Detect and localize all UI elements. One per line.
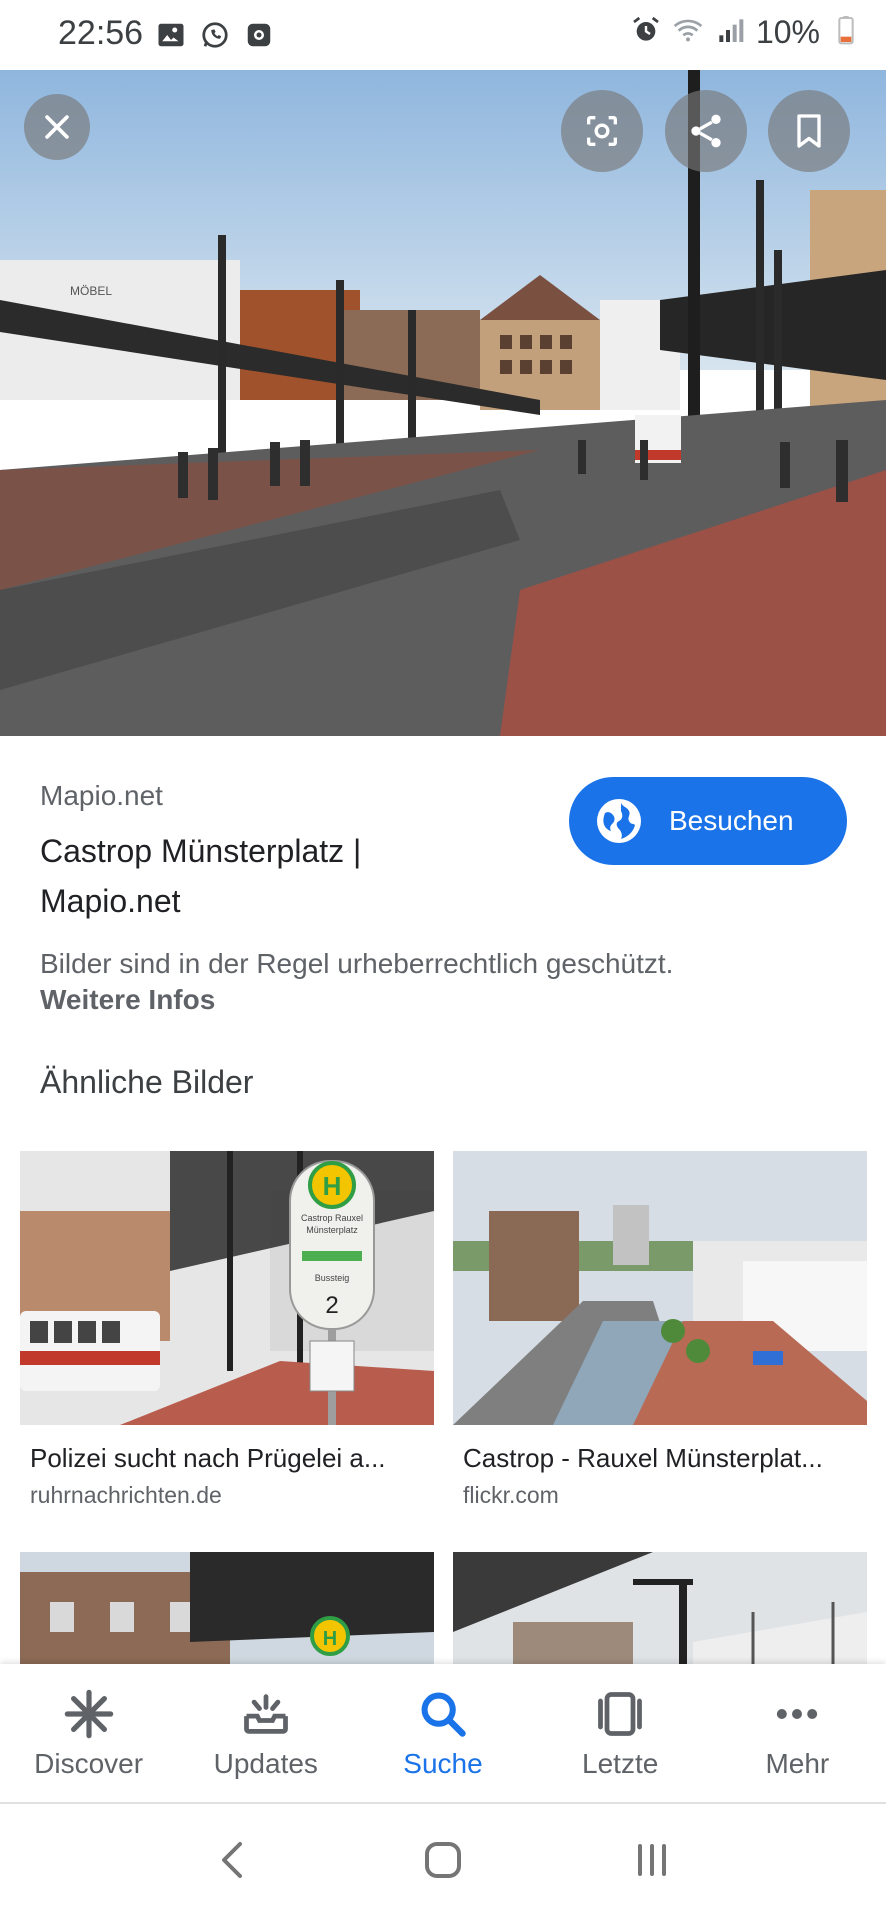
share-icon <box>691 114 721 148</box>
updates-icon <box>243 1694 288 1734</box>
discover-icon <box>64 1689 113 1739</box>
similar-image-caption[interactable]: Castrop - Rauxel Münsterplat... <box>463 1443 863 1474</box>
visit-button-label: Besuchen <box>669 805 794 836</box>
close-button[interactable] <box>24 94 90 160</box>
more-info-link[interactable]: Weitere Infos <box>40 984 215 1016</box>
bottom-navigation: Discover Updates Suche Letzte Mehr <box>0 1664 886 1802</box>
svg-text:Bussteig: Bussteig <box>315 1273 350 1283</box>
status-system-icons: 10% <box>630 14 862 51</box>
share-button[interactable] <box>665 90 747 172</box>
status-notification-icons <box>156 20 274 55</box>
copyright-notice: Bilder sind in der Regel urheberrechtlic… <box>40 948 674 979</box>
gallery-icon <box>156 20 186 55</box>
recent-tabs-icon <box>598 1692 643 1736</box>
status-bar: 22:56 10% <box>0 0 886 70</box>
wifi-icon <box>672 14 704 51</box>
svg-text:Castrop Rauxel: Castrop Rauxel <box>301 1213 363 1223</box>
more-icon <box>777 1709 818 1719</box>
svg-text:Münsterplatz: Münsterplatz <box>306 1225 358 1235</box>
nav-label: Updates <box>213 1748 318 1779</box>
bus-station-photo: MÖBEL <box>0 70 886 736</box>
battery-icon <box>830 14 862 51</box>
alarm-icon <box>630 14 662 51</box>
nav-label: Mehr <box>765 1748 830 1779</box>
svg-text:MÖBEL: MÖBEL <box>70 284 112 298</box>
svg-text:H: H <box>323 1171 342 1201</box>
similar-image-domain: ruhrnachrichten.de <box>30 1482 222 1508</box>
back-icon <box>222 1841 243 1878</box>
recents-icon <box>637 1843 666 1876</box>
nav-recent[interactable]: Letzte <box>538 1664 703 1802</box>
similar-image-thumbnail[interactable] <box>453 1552 867 1664</box>
result-source[interactable]: Mapio.net <box>40 780 163 812</box>
similar-image-thumbnail[interactable]: H Castrop Rauxel Münsterplatz Bussteig 2 <box>20 1151 434 1425</box>
svg-text:2: 2 <box>325 1292 338 1319</box>
nav-label: Letzte <box>582 1748 659 1779</box>
bookmark-button[interactable] <box>768 90 850 172</box>
nav-discover[interactable]: Discover <box>6 1664 171 1802</box>
home-icon <box>424 1841 461 1878</box>
bookmark-icon <box>797 114 821 148</box>
similar-image-card[interactable]: H Castrop Rauxel Münsterplatz Bussteig 2… <box>20 1151 434 1509</box>
result-title[interactable]: Castrop Münsterplatz | Mapio.net <box>40 826 480 926</box>
lens-button[interactable] <box>561 90 643 172</box>
search-icon <box>421 1692 466 1737</box>
nav-label: Discover <box>34 1748 144 1779</box>
hero-image[interactable]: MÖBEL <box>0 70 886 736</box>
home-button[interactable] <box>419 1836 467 1889</box>
similar-image-thumbnail[interactable] <box>453 1151 867 1425</box>
battery-percent: 10% <box>755 14 820 50</box>
status-time: 22:56 <box>58 14 144 52</box>
recents-button[interactable] <box>628 1836 676 1889</box>
system-navigation-bar <box>0 1804 886 1920</box>
close-icon <box>45 115 69 139</box>
svg-text:H: H <box>323 1628 337 1650</box>
whatsapp-icon <box>200 20 230 55</box>
signal-icon <box>714 14 746 51</box>
visit-button[interactable]: Besuchen <box>569 777 847 865</box>
similar-image-card[interactable] <box>453 1552 867 1664</box>
nav-more[interactable]: Mehr <box>715 1664 880 1802</box>
similar-image-thumbnail[interactable]: H <box>20 1552 434 1664</box>
similar-image-card[interactable]: Castrop - Rauxel Münsterplat... flickr.c… <box>453 1151 867 1509</box>
nav-updates[interactable]: Updates <box>183 1664 348 1802</box>
nav-search[interactable]: Suche <box>360 1664 525 1802</box>
similar-images-heading: Ähnliche Bilder <box>40 1064 254 1100</box>
similar-image-card[interactable]: H <box>20 1552 434 1664</box>
screen-record-icon <box>244 20 274 55</box>
nav-label: Suche <box>403 1748 483 1779</box>
back-button[interactable] <box>210 1836 258 1889</box>
similar-image-domain: flickr.com <box>463 1482 559 1508</box>
globe-icon <box>597 799 641 843</box>
lens-icon <box>587 116 617 146</box>
similar-image-caption[interactable]: Polizei sucht nach Prügelei a... <box>30 1443 430 1474</box>
